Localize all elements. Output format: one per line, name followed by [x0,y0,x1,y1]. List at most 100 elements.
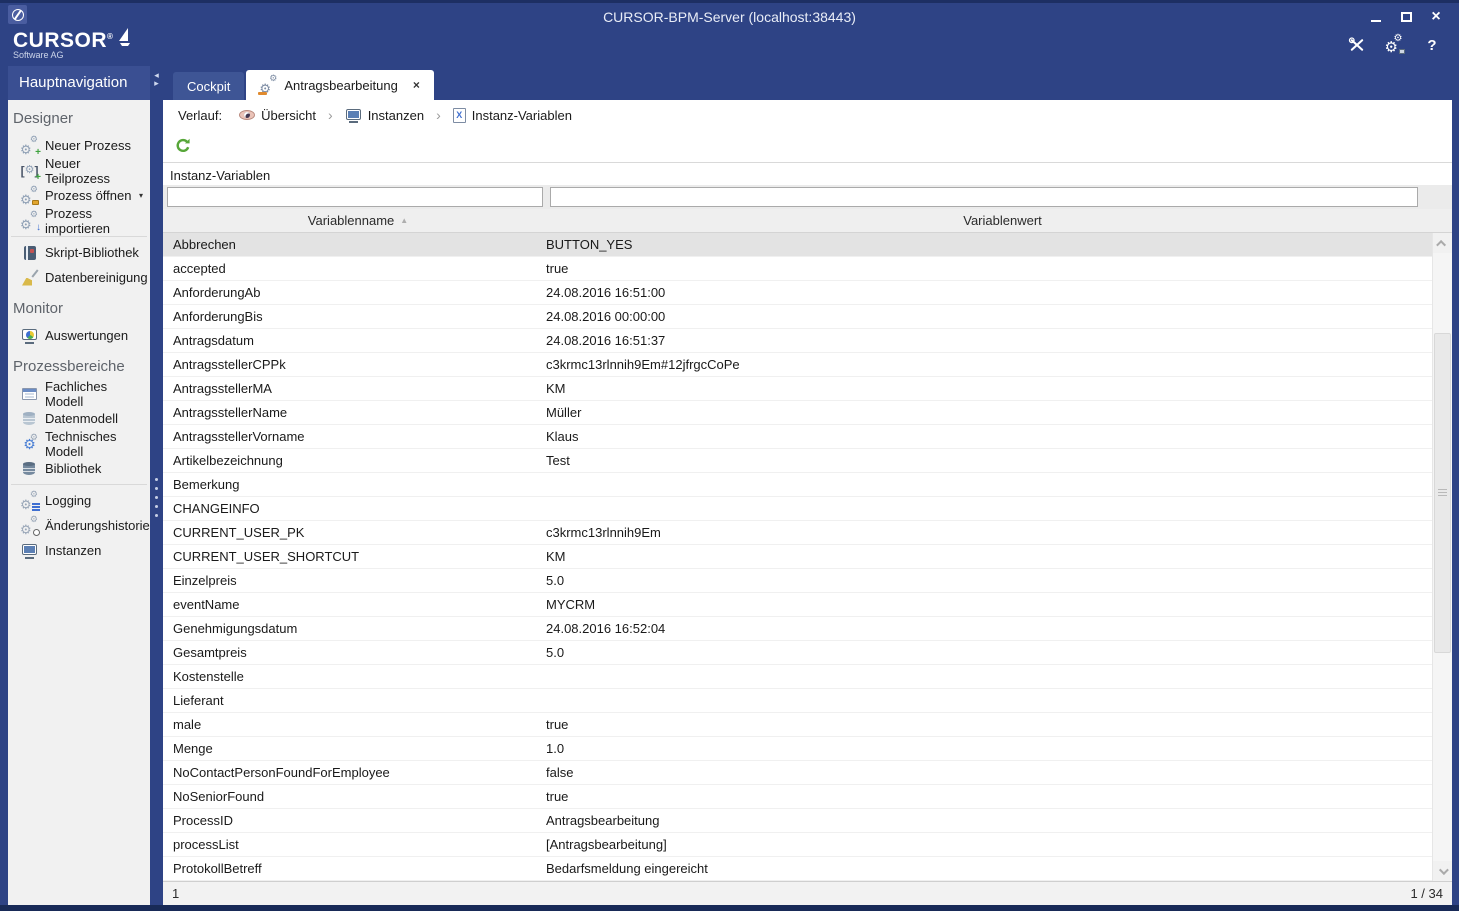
scroll-down-button[interactable] [1433,861,1452,881]
sidebar-item-label: Skript-Bibliothek [45,245,139,260]
deployment-button[interactable]: ⚙⚙ [1381,32,1407,58]
sidebar-item-auswertungen[interactable]: Auswertungen [8,323,150,348]
variable-value-cell: c3krmc13rlnnih9Em [543,525,1432,540]
settings-tools-button[interactable] [1343,32,1369,58]
tab-close-icon[interactable]: × [413,78,420,92]
sidebar-sections: Designer⚙⚙+Neuer Prozess[⚙]+Neuer Teilpr… [8,100,150,905]
variable-value-cell: 24.08.2016 16:51:00 [543,285,1432,300]
breadcrumb-item-übersicht[interactable]: Übersicht [238,107,316,123]
variable-name-cell: Menge [163,741,543,756]
variable-value-cell: Antragsbearbeitung [543,813,1432,828]
table-row[interactable]: CURRENT_USER_PKc3krmc13rlnnih9Em [163,521,1432,545]
main-area: Cockpit ⚙⚙Antragsbearbeitung× Verlauf: Üb… [163,66,1452,905]
variable-name-cell: accepted [163,261,543,276]
scrollbar-thumb[interactable] [1434,333,1451,653]
table-row[interactable]: CURRENT_USER_SHORTCUTKM [163,545,1432,569]
sidebar-item-neuer-teilprozess[interactable]: [⚙]+Neuer Teilprozess [8,158,150,183]
table-row[interactable]: Menge1.0 [163,737,1432,761]
variable-value-cell: true [543,261,1432,276]
sidebar-item-datenmodell[interactable]: Datenmodell [8,406,150,431]
sidebar-item-prozess-öffnen[interactable]: ⚙⚙Prozess öffnen▾ [8,183,150,208]
table-row[interactable]: AnforderungBis24.08.2016 00:00:00 [163,305,1432,329]
vertical-scrollbar[interactable] [1432,233,1452,881]
sidebar-item-änderungshistorie[interactable]: ⚙⚙Änderungshistorie [8,513,150,538]
table-row[interactable]: processList[Antragsbearbeitung] [163,833,1432,857]
sidebar-item-label: Logging [45,493,91,508]
sidebar-item-instanzen[interactable]: Instanzen [8,538,150,563]
table-row[interactable]: NoContactPersonFoundForEmployeefalse [163,761,1432,785]
sidebar-item-label: Datenbereinigung [45,270,148,285]
breadcrumb-item-instanz-variablen[interactable]: XInstanz-Variablen [453,108,572,123]
logo-subtitle: Software AG [13,50,113,60]
sidebar-section-prozessbereiche: Prozessbereiche [8,348,150,381]
table-row[interactable]: Einzelpreis5.0 [163,569,1432,593]
variable-name-cell: AntragsstellerCPPk [163,357,543,372]
sidebar-item-datenbereinigung[interactable]: Datenbereinigung [8,265,150,290]
table-row[interactable]: AntragsstellerCPPkc3krmc13rlnnih9Em#12jf… [163,353,1432,377]
sidebar-section-designer: Designer [8,100,150,133]
variablenname-filter-input[interactable] [167,187,543,207]
splitter-grip[interactable] [155,478,158,517]
breadcrumb-label: Verlauf: [178,108,222,123]
scroll-up-button[interactable] [1433,233,1452,253]
tab-label: Cockpit [187,79,230,94]
sidebar-splitter[interactable]: ◂▸ [150,66,163,905]
sidebar-item-technisches-modell[interactable]: ⚙⚙Technisches Modell [8,431,150,456]
table-row[interactable]: Antragsdatum24.08.2016 16:51:37 [163,329,1432,353]
table-row[interactable]: Lieferant [163,689,1432,713]
variable-value-cell: BUTTON_YES [543,237,1432,252]
chevron-down-icon[interactable]: ▾ [139,191,147,200]
table-row[interactable]: NoSeniorFoundtrue [163,785,1432,809]
table-row[interactable]: AntragsstellerNameMüller [163,401,1432,425]
tools-icon [1348,37,1365,53]
variable-name-cell: Einzelpreis [163,573,543,588]
table-row[interactable]: Kostenstelle [163,665,1432,689]
variable-value-cell: 5.0 [543,573,1432,588]
collapse-sidebar-icon[interactable]: ◂▸ [152,71,161,87]
minimize-button[interactable] [1361,6,1391,28]
help-button[interactable]: ? [1419,32,1445,58]
refresh-icon [175,138,192,154]
table-row[interactable]: acceptedtrue [163,257,1432,281]
sidebar-item-bibliothek[interactable]: Bibliothek [8,456,150,481]
table-row[interactable]: Bemerkung [163,473,1432,497]
breadcrumb-item-instanzen[interactable]: Instanzen [345,107,424,123]
column-header-variablenname[interactable]: Variablenname ▲ [163,209,553,232]
refresh-button[interactable] [172,135,194,157]
table-row[interactable]: AntragsstellerVornameKlaus [163,425,1432,449]
table-row[interactable]: AbbrechenBUTTON_YES [163,233,1432,257]
tab-cockpit[interactable]: Cockpit [173,72,244,100]
close-button[interactable]: × [1421,6,1451,28]
table-row[interactable]: AntragsstellerMAKM [163,377,1432,401]
variable-value-cell: c3krmc13rlnnih9Em#12jfrgcCoPe [543,357,1432,372]
table-row[interactable]: CHANGEINFO [163,497,1432,521]
table-row[interactable]: ProtokollBetreffBedarfsmeldung eingereic… [163,857,1432,881]
variable-name-cell: AnforderungBis [163,309,543,324]
sidebar-item-neuer-prozess[interactable]: ⚙⚙+Neuer Prozess [8,133,150,158]
sidebar-item-fachliches-modell[interactable]: Fachliches Modell [8,381,150,406]
table-row[interactable]: maletrue [163,713,1432,737]
table-row[interactable]: Gesamtpreis5.0 [163,641,1432,665]
breadcrumb: Übersicht›Instanzen›XInstanz-Variablen [238,107,572,123]
column-header-variablenwert[interactable]: Variablenwert [553,209,1452,232]
table-row[interactable]: ArtikelbezeichnungTest [163,449,1432,473]
variable-value-cell: 24.08.2016 00:00:00 [543,309,1432,324]
table-row[interactable]: AnforderungAb24.08.2016 16:51:00 [163,281,1432,305]
sidebar-item-prozess-importieren[interactable]: ⚙⚙↓Prozess importieren [8,208,150,233]
sidebar-title: Hauptnavigation [8,66,150,100]
sidebar-item-skript-bibliothek[interactable]: Skript-Bibliothek [8,240,150,265]
table-row[interactable]: Genehmigungsdatum24.08.2016 16:52:04 [163,617,1432,641]
scrollbar-grip-icon [1438,489,1447,496]
table-row[interactable]: ProcessIDAntragsbearbeitung [163,809,1432,833]
help-icon: ? [1424,37,1441,53]
sidebar-item-label: Neuer Prozess [45,138,131,153]
variablenwert-filter-input[interactable] [550,187,1418,207]
sidebar-divider [11,484,147,485]
eye-icon [238,107,255,123]
variable-name-cell: CHANGEINFO [163,501,543,516]
table-row[interactable]: eventNameMYCRM [163,593,1432,617]
sidebar-item-logging[interactable]: ⚙⚙Logging [8,488,150,513]
tab-antragsbearbeitung[interactable]: ⚙⚙Antragsbearbeitung× [246,70,434,100]
sort-asc-icon: ▲ [400,216,408,225]
maximize-button[interactable] [1391,6,1421,28]
